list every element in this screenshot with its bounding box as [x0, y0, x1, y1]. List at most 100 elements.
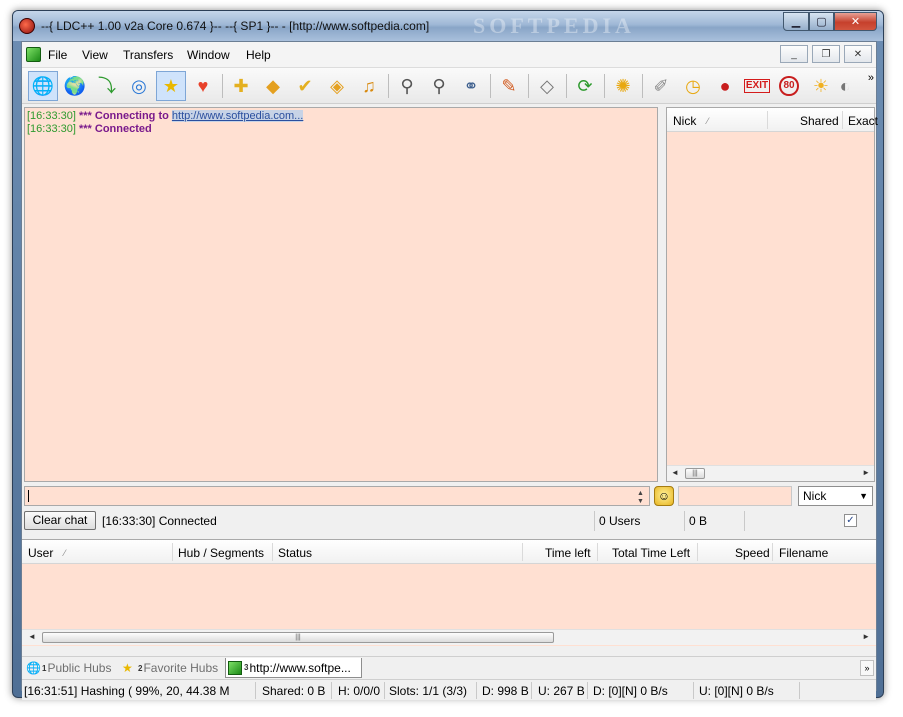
- scroll-thumb[interactable]: |||: [42, 632, 554, 643]
- menu-help[interactable]: Help: [246, 48, 271, 62]
- clear-chat-button[interactable]: Clear chat: [24, 511, 96, 530]
- tab-hub-softpedia[interactable]: 3 http://www.softpe...: [225, 658, 362, 678]
- column-nick[interactable]: Nick: [673, 114, 696, 128]
- column-separator[interactable]: [767, 111, 768, 129]
- column-speed[interactable]: Speed: [735, 546, 770, 560]
- transfers-list[interactable]: User ⁄ Hub / Segments Status Time left T…: [22, 539, 876, 646]
- exit-icon[interactable]: EXIT: [742, 71, 772, 101]
- scroll-thumb[interactable]: |||: [685, 468, 705, 479]
- public-hubs-icon[interactable]: 🌐: [28, 71, 58, 101]
- maximize-button[interactable]: ▢: [809, 12, 834, 31]
- status-bar: [16:31:51] Hashing ( 99%, 20, 44.38 M Sh…: [22, 679, 876, 700]
- upload-queue-icon[interactable]: ◈: [322, 71, 352, 101]
- menu-file[interactable]: File: [48, 48, 67, 62]
- column-filename[interactable]: Filename: [779, 546, 828, 560]
- menu-window[interactable]: Window: [187, 48, 230, 62]
- mdi-minimize-button[interactable]: _: [780, 45, 808, 63]
- close-button[interactable]: ✕: [834, 12, 877, 31]
- user-list[interactable]: Nick ⁄ Shared Exact ◄ ||| ►: [666, 107, 878, 482]
- tab-public-hubs[interactable]: 🌐 1 Public Hubs: [24, 658, 116, 678]
- weather-icon[interactable]: ☀: [806, 71, 836, 101]
- transfers-hscrollbar[interactable]: ◄ ||| ►: [22, 629, 876, 645]
- chat-log[interactable]: [16:33:30] *** Connecting to http://www.…: [24, 107, 658, 482]
- uploaded-total: U: 267 B: [538, 684, 585, 698]
- hub-link[interactable]: http://www.softpedia.com...: [171, 110, 304, 122]
- column-hub-segments[interactable]: Hub / Segments: [178, 546, 264, 560]
- title-bar[interactable]: --{ LDC++ 1.00 v2a Core 0.674 }-- --{ SP…: [13, 11, 883, 41]
- chat-message-input[interactable]: ▲ ▼: [24, 486, 650, 506]
- show-users-checkbox[interactable]: ✓: [844, 514, 857, 527]
- tab-favorite-hubs[interactable]: ★ 2 Favorite Hubs: [120, 658, 224, 678]
- column-total-time-left[interactable]: Total Time Left: [612, 546, 690, 560]
- column-separator[interactable]: [272, 543, 273, 561]
- sort-arrow-icon: ⁄: [707, 116, 709, 126]
- column-exact[interactable]: Exact: [848, 114, 878, 128]
- speed-limit-icon[interactable]: 80: [774, 71, 804, 101]
- refresh-icon[interactable]: ⟳: [570, 71, 600, 101]
- menu-transfers[interactable]: Transfers: [123, 48, 173, 62]
- add-share-icon[interactable]: ✚: [226, 71, 256, 101]
- follow-redirect-icon[interactable]: ⤵: [92, 71, 122, 101]
- column-separator[interactable]: [697, 543, 698, 561]
- chat-message: *** Connecting to: [79, 110, 172, 122]
- scroll-left-icon[interactable]: ◄: [671, 468, 679, 477]
- toolbar: 🌐 🌍 ⤵ ◎ ★ ♥ ✚ ◆ ✔ ◈ ♫ ⚲ ⚲ ⚭ ✎ ◇ ⟳ ✺ ✐ ◷ …: [22, 68, 876, 104]
- column-separator[interactable]: [172, 543, 173, 561]
- toolbar-separator: [528, 74, 529, 98]
- favorite-users-icon[interactable]: ♥: [188, 71, 218, 101]
- notepad-icon[interactable]: ✐: [646, 71, 676, 101]
- user-filter-input[interactable]: [678, 486, 792, 506]
- search-icon[interactable]: ⚲: [392, 71, 422, 101]
- tab-label: http://www.softpe...: [249, 660, 351, 675]
- chat-timestamp: [16:33:30]: [27, 110, 76, 122]
- menu-view[interactable]: View: [82, 48, 108, 62]
- scroll-right-icon[interactable]: ►: [862, 468, 870, 477]
- total-shared: Shared: 0 B: [262, 684, 326, 698]
- status-separator: [531, 682, 532, 699]
- mdi-child-icon[interactable]: [26, 47, 41, 62]
- upload-speed: U: [0][N] 0 B/s: [699, 684, 774, 698]
- chat-input-row: ▲ ▼ ☺ Nick ▼: [22, 484, 876, 508]
- clock-icon[interactable]: ◷: [678, 71, 708, 101]
- column-shared[interactable]: Shared: [800, 114, 839, 128]
- watermark: SOFTPEDIA: [473, 13, 635, 38]
- finished-uploads-icon[interactable]: ♫: [354, 71, 384, 101]
- settings-icon[interactable]: ✺: [608, 71, 638, 101]
- download-queue-icon[interactable]: ◆: [258, 71, 288, 101]
- favorite-hubs-icon[interactable]: ★: [156, 71, 186, 101]
- finished-downloads-icon[interactable]: ✔: [290, 71, 320, 101]
- mdi-close-button[interactable]: ✕: [844, 45, 872, 63]
- scroll-right-icon[interactable]: ►: [862, 632, 870, 641]
- network-icon[interactable]: ◎: [124, 71, 154, 101]
- toolbar-chevron-icon[interactable]: »: [868, 72, 874, 84]
- downloaded-total: D: 998 B: [482, 684, 529, 698]
- record-icon[interactable]: ●: [710, 71, 740, 101]
- input-spin-icon[interactable]: ▲ ▼: [637, 490, 644, 506]
- minimize-button[interactable]: ▁: [783, 12, 809, 31]
- filter-column-value: Nick: [803, 489, 827, 503]
- column-time-left[interactable]: Time left: [545, 546, 591, 560]
- adl-search-icon[interactable]: ⚲: [424, 71, 454, 101]
- recents-icon[interactable]: ◇: [532, 71, 562, 101]
- scroll-left-icon[interactable]: ◄: [28, 632, 36, 641]
- column-separator[interactable]: [597, 543, 598, 561]
- user-list-header: Nick ⁄ Shared Exact: [667, 108, 878, 132]
- column-user[interactable]: User: [28, 546, 53, 560]
- window-tab-bar: 🌐 1 Public Hubs ★ 2 Favorite Hubs 3 http…: [22, 656, 876, 678]
- reconnect-icon[interactable]: 🌍: [60, 71, 90, 101]
- open-file-list-icon[interactable]: ✎: [494, 71, 524, 101]
- user-list-hscrollbar[interactable]: ◄ ||| ►: [667, 465, 874, 481]
- overflow-icon[interactable]: ◐: [836, 71, 854, 101]
- window-controls: ▁ ▢ ✕: [783, 12, 877, 31]
- filter-column-select[interactable]: Nick ▼: [798, 486, 873, 506]
- emoticon-icon[interactable]: ☺: [654, 486, 674, 506]
- mdi-restore-button[interactable]: ❐: [812, 45, 840, 63]
- column-separator[interactable]: [842, 111, 843, 129]
- app-icon[interactable]: [19, 18, 35, 34]
- column-separator[interactable]: [772, 543, 773, 561]
- search-spy-icon[interactable]: ⚭: [456, 71, 486, 101]
- column-separator[interactable]: [522, 543, 523, 561]
- column-status[interactable]: Status: [278, 546, 312, 560]
- tabs-overflow-icon[interactable]: »: [860, 660, 874, 676]
- toolbar-separator: [566, 74, 567, 98]
